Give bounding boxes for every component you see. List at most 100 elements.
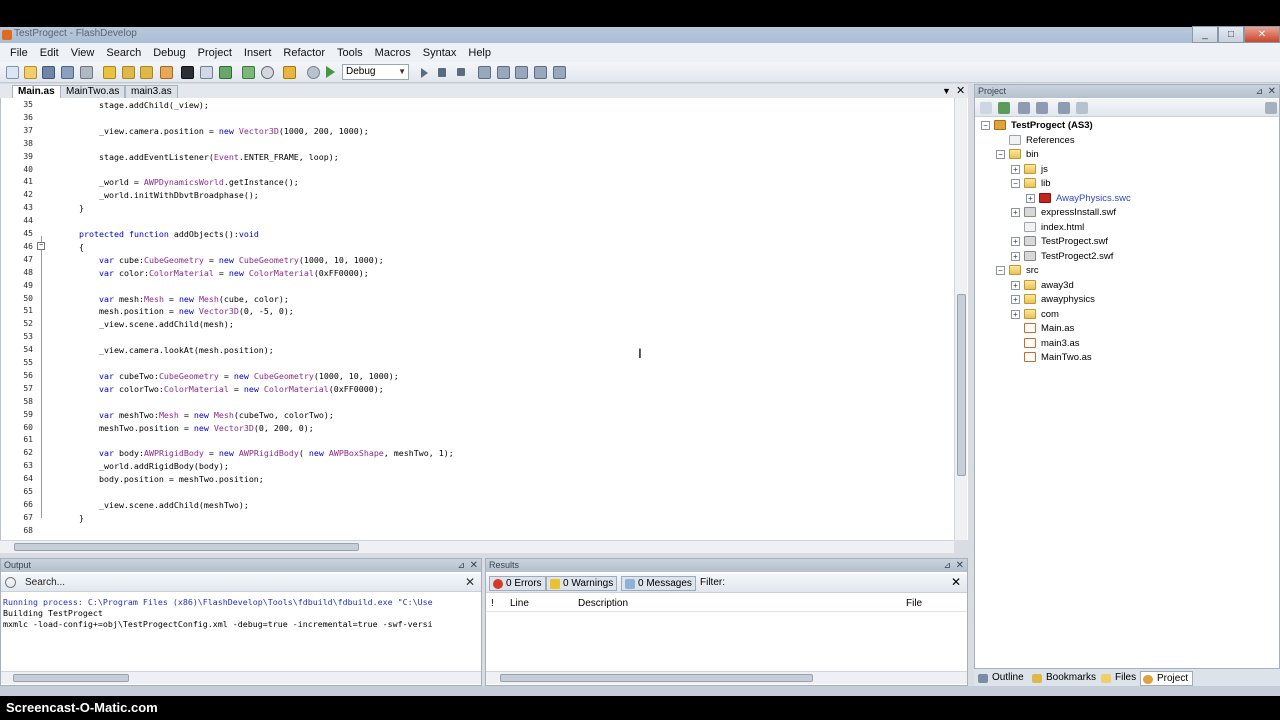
build-icon[interactable] <box>283 66 296 79</box>
minimize-button[interactable]: _ <box>1192 26 1218 43</box>
menu-tools[interactable]: Tools <box>331 47 369 59</box>
stop-icon[interactable] <box>457 68 465 76</box>
menu-macros[interactable]: Macros <box>369 47 417 59</box>
close-icon[interactable]: ✕ <box>470 559 478 572</box>
print-icon[interactable] <box>80 66 93 79</box>
command-prompt-icon[interactable] <box>181 66 194 79</box>
code-editor[interactable]: 35 36 37 38 39 40 41 42 43 44 45 46 47 48 49 50 51 52 53 54… <box>0 98 968 540</box>
messages-toggle-button[interactable]: 0 Messages <box>621 576 696 591</box>
line-number: 56 <box>23 370 33 380</box>
tab-outline[interactable]: Outline <box>976 671 1024 686</box>
pause-icon[interactable] <box>438 68 446 77</box>
line-number: 65 <box>23 487 33 496</box>
pin-icon[interactable]: ⊿ <box>943 559 951 572</box>
column-description[interactable]: Description <box>578 598 628 609</box>
gear-icon[interactable] <box>307 66 320 79</box>
bookmark-clear-icon[interactable] <box>160 66 173 79</box>
open-file-icon[interactable] <box>24 66 37 79</box>
expand-icon[interactable]: + <box>1011 309 1020 319</box>
results-table-header: ! Line Description File <box>486 596 967 612</box>
finish-icon[interactable] <box>553 66 566 79</box>
close-tab-icon[interactable]: ✕ <box>956 84 965 97</box>
collapse-icon[interactable]: − <box>1011 179 1020 188</box>
menu-syntax[interactable]: Syntax <box>417 47 463 59</box>
expand-icon[interactable]: + <box>1011 208 1020 217</box>
folder-icon <box>1024 308 1036 319</box>
editor-vertical-scrollbar[interactable] <box>954 98 967 540</box>
column-type[interactable]: ! <box>491 598 494 609</box>
errors-toggle-button[interactable]: 0 Errors <box>489 576 546 591</box>
column-line[interactable]: Line <box>510 598 529 609</box>
menu-project[interactable]: Project <box>192 47 238 59</box>
collapse-icon[interactable]: − <box>996 266 1005 275</box>
tab-files[interactable]: Files <box>1099 671 1136 686</box>
menu-view[interactable]: View <box>65 47 101 59</box>
debug-run-icon[interactable] <box>421 68 428 78</box>
show-hidden-icon[interactable] <box>1076 102 1088 114</box>
expand-icon[interactable]: + <box>1011 251 1020 261</box>
scroll-thumb[interactable] <box>500 674 813 682</box>
collapse-all-icon[interactable] <box>1058 102 1070 114</box>
results-horizontal-scrollbar[interactable] <box>486 671 967 684</box>
close-button[interactable]: ✕ <box>1244 26 1280 43</box>
expand-icon[interactable]: + <box>1011 164 1020 174</box>
scroll-thumb[interactable] <box>13 674 129 682</box>
pin-icon[interactable]: ⊿ <box>1255 85 1263 98</box>
output-search-input[interactable]: Search... <box>25 577 65 588</box>
refresh-icon[interactable] <box>219 66 232 79</box>
step-out-icon[interactable] <box>515 66 528 79</box>
tab-project[interactable]: Project <box>1140 671 1194 686</box>
close-icon[interactable]: ✕ <box>956 559 964 572</box>
fold-toggle-icon[interactable]: − <box>37 242 45 250</box>
build-config-select[interactable]: Debug ▼ <box>342 64 409 80</box>
panel-icon[interactable] <box>200 66 213 79</box>
scroll-thumb[interactable] <box>957 294 966 476</box>
collapse-icon[interactable]: − <box>981 121 990 130</box>
pin-icon[interactable]: ⊿ <box>457 559 465 572</box>
lock-icon[interactable] <box>1265 102 1277 114</box>
check-syntax-icon[interactable] <box>242 66 255 79</box>
step-in-icon[interactable] <box>497 66 510 79</box>
menu-debug[interactable]: Debug <box>147 47 191 59</box>
editor-horizontal-scrollbar[interactable] <box>0 540 954 553</box>
clear-filter-icon[interactable]: ✕ <box>951 575 961 589</box>
menu-file[interactable]: File <box>4 47 34 59</box>
expand-icon[interactable]: + <box>1011 295 1020 304</box>
tab-list-dropdown-icon[interactable]: ▼ <box>942 86 951 96</box>
tab-bookmarks[interactable]: Bookmarks <box>1030 671 1096 686</box>
test-movie-icon[interactable] <box>326 66 335 78</box>
menu-refactor[interactable]: Refactor <box>277 47 331 59</box>
expand-icon[interactable]: + <box>1011 280 1020 290</box>
close-icon[interactable]: ✕ <box>1268 85 1276 98</box>
bookmark-icon[interactable] <box>103 66 116 79</box>
menu-help[interactable]: Help <box>462 47 497 59</box>
column-file[interactable]: File <box>906 598 922 609</box>
new-file-icon[interactable] <box>6 66 19 79</box>
step-over-icon[interactable] <box>478 66 491 79</box>
expand-icon[interactable]: + <box>1011 237 1020 246</box>
tree-item-label: bin <box>1026 149 1039 160</box>
collapse-icon[interactable]: − <box>996 150 1005 159</box>
bookmark-prev-icon[interactable] <box>122 66 135 79</box>
menu-search[interactable]: Search <box>100 47 147 59</box>
project-properties-icon[interactable] <box>1018 102 1030 114</box>
new-item-icon[interactable] <box>980 102 992 114</box>
clear-search-icon[interactable]: ✕ <box>465 575 475 589</box>
save-all-icon[interactable] <box>61 66 74 79</box>
menu-insert[interactable]: Insert <box>238 47 278 59</box>
expand-icon[interactable]: + <box>1026 193 1035 203</box>
tab-main3-as[interactable]: main3.as <box>125 85 178 98</box>
maximize-button[interactable]: □ <box>1218 26 1244 43</box>
continue-icon[interactable] <box>534 66 547 79</box>
settings-icon[interactable] <box>261 66 274 79</box>
tab-maintwo-as[interactable]: MainTwo.as <box>60 85 126 98</box>
save-icon[interactable] <box>42 66 55 79</box>
scroll-thumb[interactable] <box>14 543 359 551</box>
warnings-toggle-button[interactable]: 0 Warnings <box>546 576 618 591</box>
output-horizontal-scrollbar[interactable] <box>1 671 481 684</box>
refresh-icon[interactable] <box>1036 102 1048 114</box>
menu-edit[interactable]: Edit <box>34 47 65 59</box>
tab-main-as[interactable]: Main.as <box>12 85 61 98</box>
bookmark-next-icon[interactable] <box>140 66 153 79</box>
add-icon[interactable] <box>998 102 1010 114</box>
